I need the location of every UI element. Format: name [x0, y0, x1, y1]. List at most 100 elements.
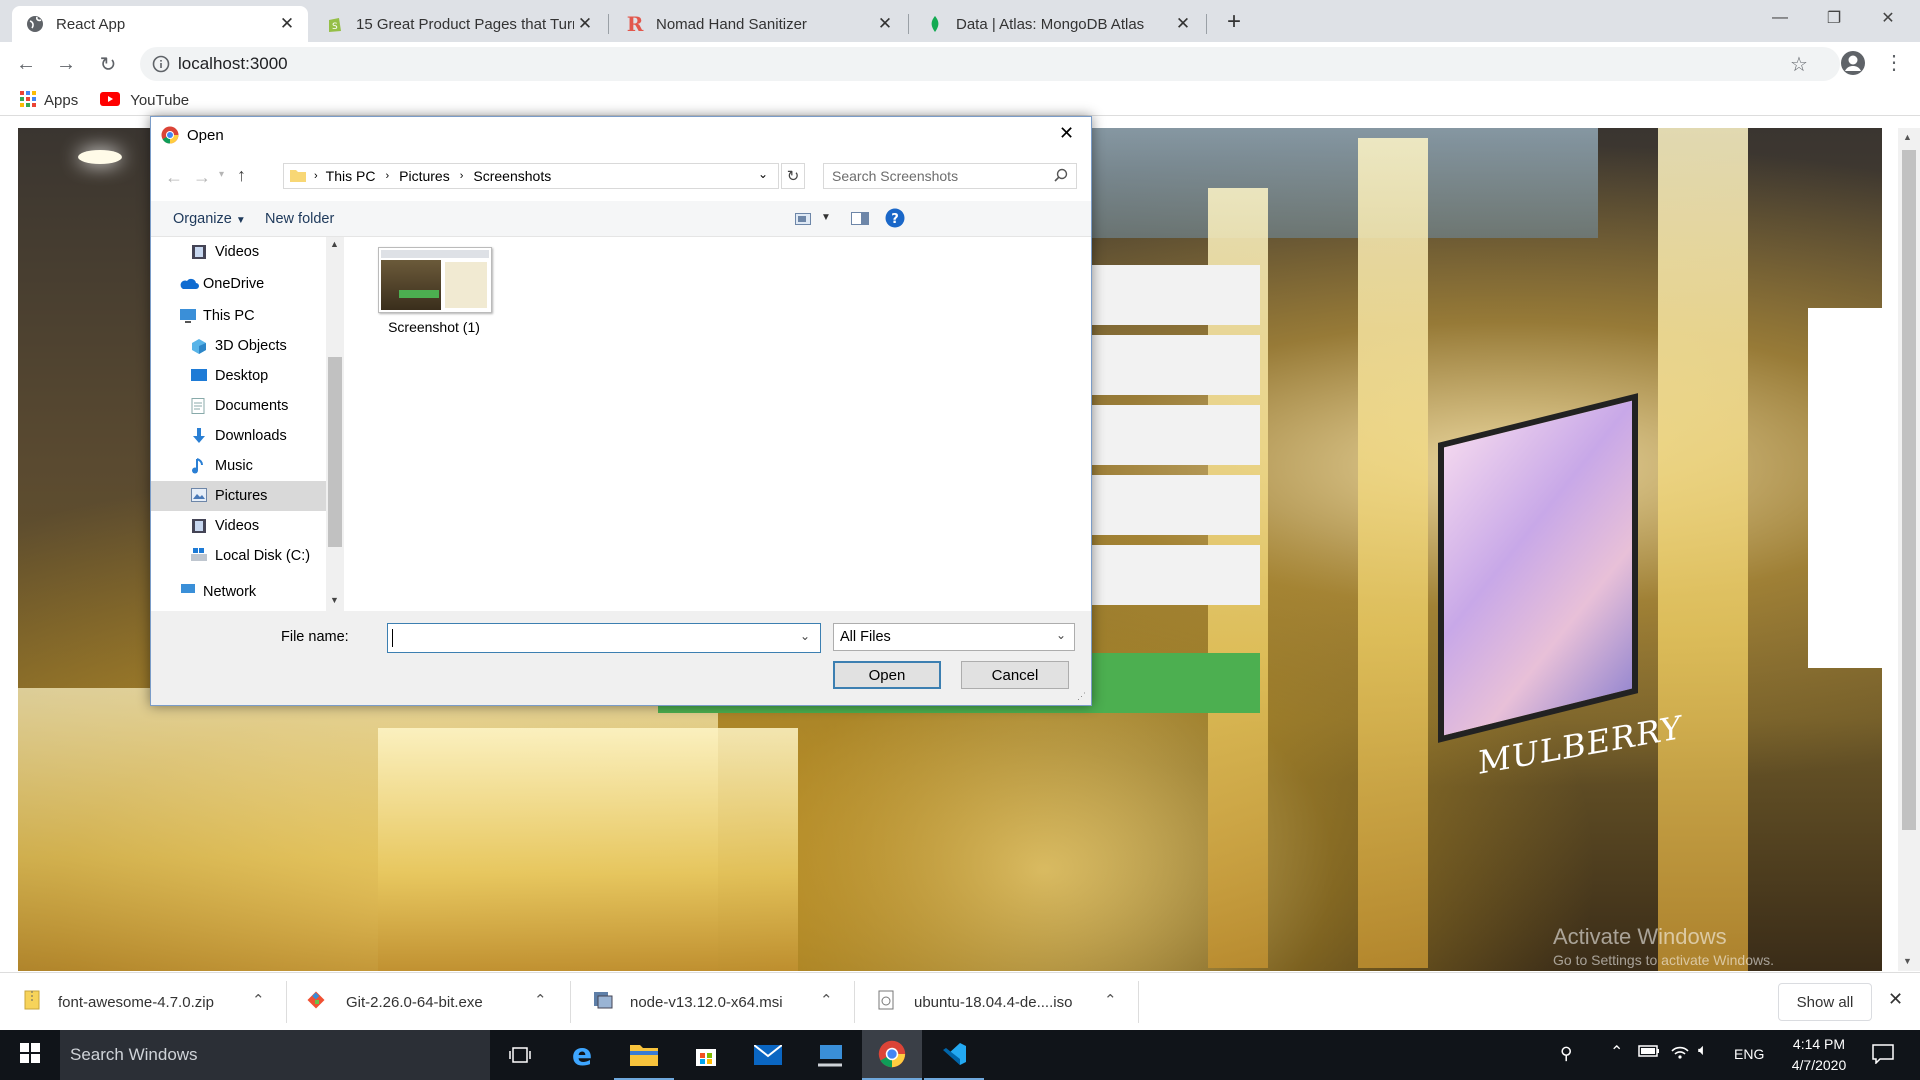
- nav-item-desktop[interactable]: Desktop: [151, 361, 326, 391]
- view-options-icon[interactable]: [795, 212, 811, 229]
- close-window-button[interactable]: ✕: [1858, 0, 1918, 36]
- nav-item-documents[interactable]: Documents: [151, 391, 326, 421]
- form-field[interactable]: [1088, 335, 1260, 395]
- tab-product-pages[interactable]: S 15 Great Product Pages that Turn ✕: [312, 6, 606, 42]
- nav-item-music[interactable]: Music: [151, 451, 326, 481]
- file-type-select[interactable]: All Files ⌄: [833, 623, 1075, 651]
- menu-kebab-icon[interactable]: ⋮: [1884, 50, 1904, 75]
- start-button[interactable]: [0, 1030, 60, 1080]
- download-item[interactable]: ubuntu-18.04.4-de....iso ⌃: [878, 973, 1132, 1031]
- chevron-up-icon[interactable]: ⌃: [534, 991, 547, 1009]
- resize-grip-icon[interactable]: ⋰: [1077, 691, 1086, 702]
- clock[interactable]: 4:14 PM 4/7/2020: [1776, 1034, 1862, 1076]
- tab-nomad[interactable]: R Nomad Hand Sanitizer ✕: [612, 6, 906, 42]
- breadcrumb-item[interactable]: Pictures: [399, 168, 450, 184]
- close-tab-icon[interactable]: ✕: [1172, 14, 1194, 34]
- close-tab-icon[interactable]: ✕: [276, 14, 298, 34]
- wifi-icon[interactable]: [1670, 1042, 1690, 1064]
- restore-button[interactable]: ❐: [1804, 0, 1864, 36]
- up-arrow-icon[interactable]: ↑: [237, 165, 246, 186]
- breadcrumb-item[interactable]: This PC: [326, 168, 376, 184]
- scroll-up-icon[interactable]: ▲: [1903, 132, 1912, 142]
- help-icon[interactable]: ?: [885, 208, 905, 232]
- info-icon[interactable]: [152, 55, 170, 78]
- close-tab-icon[interactable]: ✕: [874, 14, 896, 34]
- reload-button[interactable]: ↻: [94, 50, 122, 78]
- scroll-down-icon[interactable]: ▼: [330, 595, 339, 605]
- nav-item-videos-2[interactable]: Videos: [151, 511, 326, 541]
- task-view-icon[interactable]: [490, 1030, 550, 1080]
- view-dropdown-icon[interactable]: ▼: [821, 212, 831, 223]
- battery-icon[interactable]: [1638, 1044, 1660, 1062]
- scroll-down-icon[interactable]: ▼: [1903, 956, 1912, 966]
- organize-button[interactable]: Organize ▼: [173, 211, 246, 227]
- download-item[interactable]: Git-2.26.0-64-bit.exe ⌃: [306, 973, 560, 1031]
- taskbar-search[interactable]: Search Windows: [60, 1030, 490, 1080]
- download-item[interactable]: node-v13.12.0-x64.msi ⌃: [592, 973, 846, 1031]
- remote-desktop-icon[interactable]: [800, 1030, 860, 1080]
- chrome-taskbar-icon[interactable]: [862, 1030, 922, 1080]
- people-icon[interactable]: ⚲: [1560, 1044, 1572, 1064]
- back-icon[interactable]: ←: [165, 167, 183, 188]
- recent-dropdown-icon[interactable]: ▾: [219, 169, 224, 180]
- new-folder-button[interactable]: New folder: [265, 211, 334, 227]
- forward-button[interactable]: →: [52, 50, 80, 78]
- back-button[interactable]: ←: [12, 50, 40, 78]
- chevron-down-icon[interactable]: ⌄: [800, 629, 810, 643]
- close-downloads-icon[interactable]: ✕: [1888, 989, 1903, 1010]
- nav-item-downloads[interactable]: Downloads: [151, 421, 326, 451]
- scroll-up-icon[interactable]: ▲: [330, 239, 339, 249]
- form-field[interactable]: [1088, 405, 1260, 465]
- forward-icon[interactable]: →: [193, 167, 211, 188]
- new-tab-button[interactable]: +: [1220, 8, 1248, 36]
- tray-overflow-icon[interactable]: ⌃: [1610, 1042, 1623, 1062]
- language-indicator[interactable]: ENG: [1734, 1046, 1764, 1062]
- form-field[interactable]: [1088, 475, 1260, 535]
- file-explorer-icon[interactable]: [614, 1030, 674, 1080]
- notifications-icon[interactable]: [1872, 1044, 1894, 1068]
- breadcrumb-item[interactable]: Screenshots: [473, 168, 551, 184]
- bookmark-apps[interactable]: Apps: [20, 90, 78, 111]
- volume-icon[interactable]: 🔈︎: [1698, 1042, 1708, 1060]
- edge-icon[interactable]: e: [552, 1030, 612, 1080]
- file-item[interactable]: Screenshot (1): [374, 247, 494, 337]
- dialog-close-icon[interactable]: ✕: [1059, 123, 1074, 144]
- path-dropdown-icon[interactable]: ⌄: [758, 167, 768, 181]
- bookmark-star-icon[interactable]: ☆: [1790, 52, 1808, 77]
- nav-item-pictures[interactable]: Pictures: [151, 481, 326, 511]
- mail-icon[interactable]: [738, 1030, 798, 1080]
- minimize-button[interactable]: —: [1750, 0, 1810, 36]
- profile-avatar-icon[interactable]: [1840, 50, 1866, 80]
- nav-item-3d-objects[interactable]: 3D Objects: [151, 331, 326, 361]
- tab-react-app[interactable]: React App ✕: [12, 6, 308, 42]
- page-scroll-thumb[interactable]: [1902, 150, 1916, 830]
- close-tab-icon[interactable]: ✕: [574, 14, 596, 34]
- 3d-objects-icon: [191, 338, 209, 354]
- navigation-scrollbar[interactable]: ▲ ▼: [326, 237, 344, 611]
- nav-item-this-pc[interactable]: This PC: [151, 301, 326, 331]
- bookmark-youtube[interactable]: YouTube: [100, 91, 189, 110]
- breadcrumb[interactable]: › This PC › Pictures › Screenshots ⌄: [283, 163, 779, 189]
- nav-item-videos[interactable]: Videos: [151, 237, 326, 267]
- file-name-combobox[interactable]: ⌄: [387, 623, 821, 653]
- chevron-up-icon[interactable]: ⌃: [1104, 991, 1117, 1009]
- store-icon[interactable]: [676, 1030, 736, 1080]
- preview-pane-icon[interactable]: [851, 212, 869, 229]
- scroll-thumb[interactable]: [328, 357, 342, 547]
- cancel-button[interactable]: Cancel: [961, 661, 1069, 689]
- open-button[interactable]: Open: [833, 661, 941, 689]
- chevron-up-icon[interactable]: ⌃: [820, 991, 833, 1009]
- show-all-button[interactable]: Show all: [1778, 983, 1872, 1021]
- search-input[interactable]: Search Screenshots: [823, 163, 1077, 189]
- chevron-up-icon[interactable]: ⌃: [252, 991, 265, 1009]
- address-bar[interactable]: localhost:3000 ☆: [140, 47, 1840, 81]
- nav-item-network[interactable]: Network: [151, 577, 326, 607]
- tab-mongodb[interactable]: Data | Atlas: MongoDB Atlas ✕: [912, 6, 1204, 42]
- download-item[interactable]: font-awesome-4.7.0.zip ⌃: [24, 973, 278, 1031]
- vscode-icon[interactable]: [924, 1030, 984, 1080]
- form-field[interactable]: [1088, 545, 1260, 605]
- nav-item-local-disk[interactable]: Local Disk (C:): [151, 541, 326, 571]
- nav-item-onedrive[interactable]: OneDrive: [151, 269, 326, 299]
- form-field[interactable]: [1088, 265, 1260, 325]
- refresh-button[interactable]: ↻: [781, 163, 805, 189]
